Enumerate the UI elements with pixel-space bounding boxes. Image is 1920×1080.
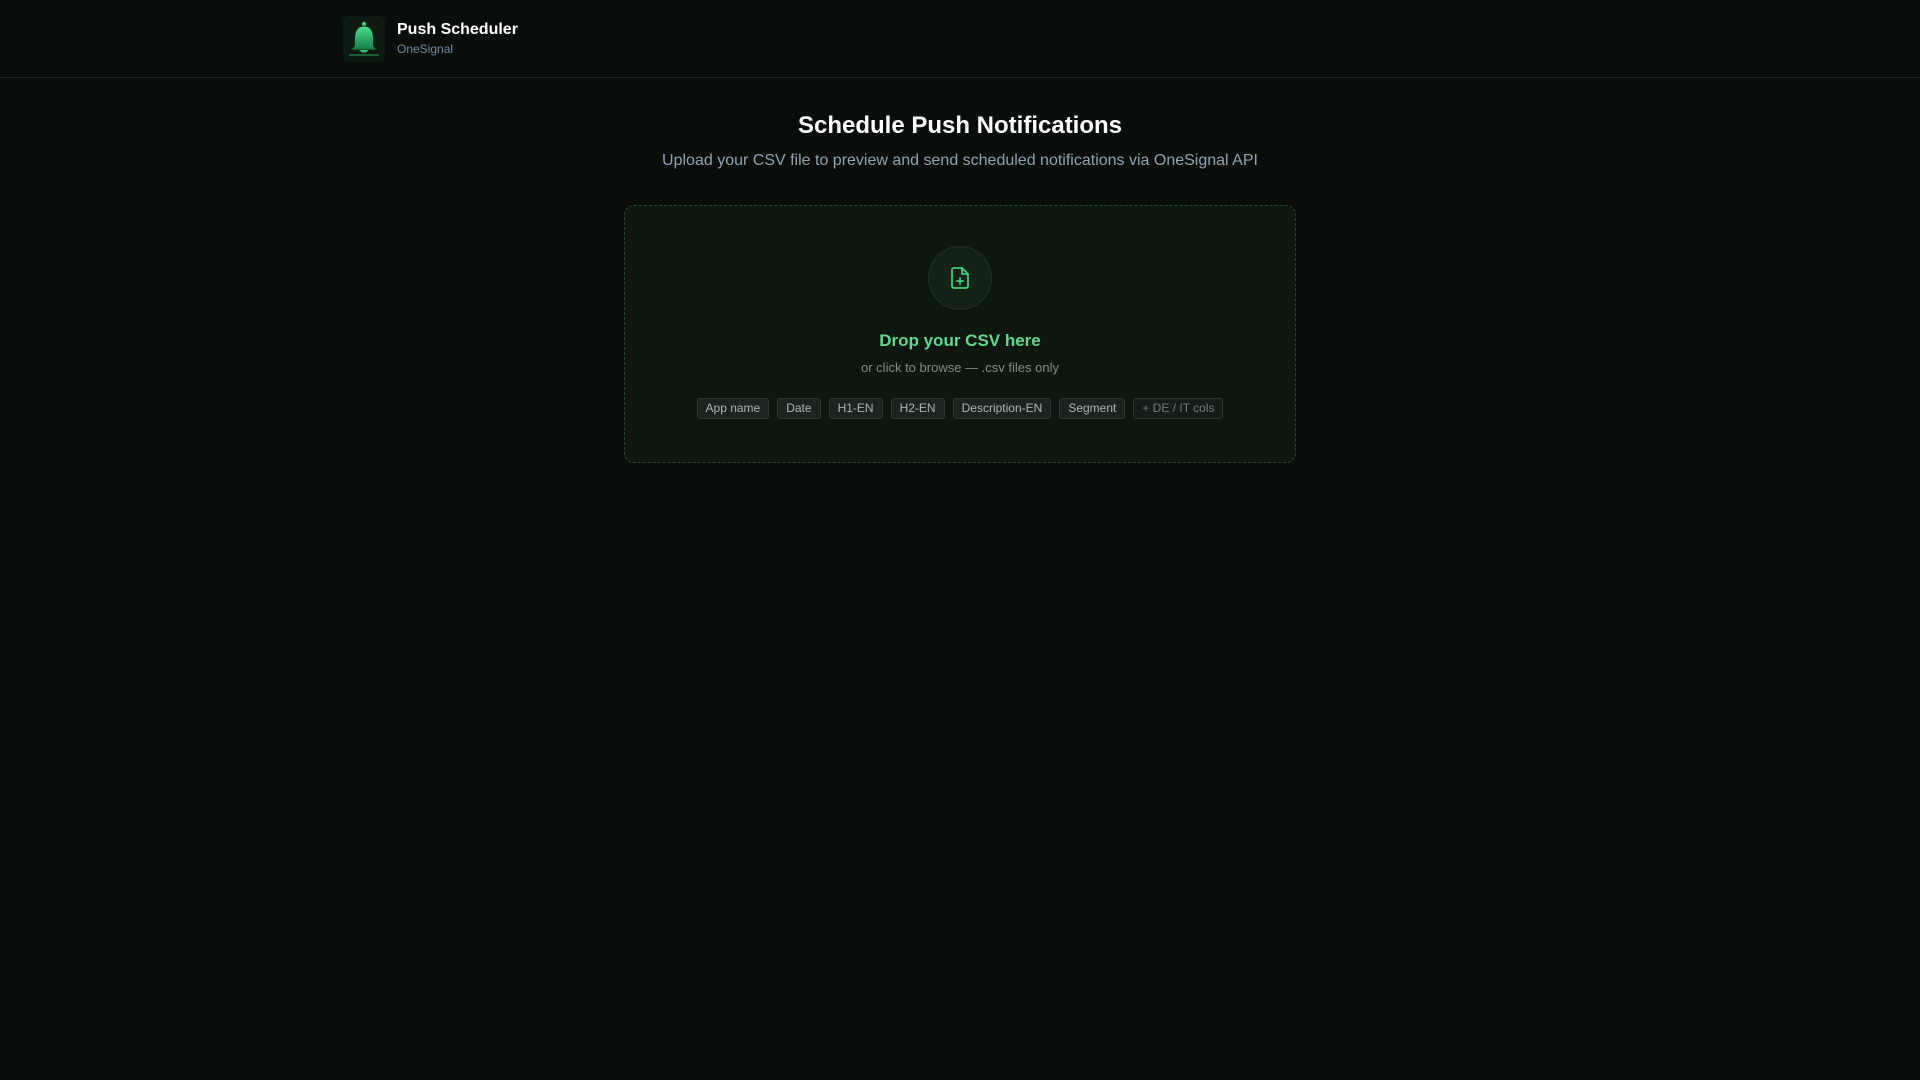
column-chip: Description-EN	[952, 398, 1052, 419]
app-title: Push Scheduler	[397, 21, 518, 38]
upload-icon-circle	[928, 246, 992, 310]
extra-columns-chip: + DE / IT cols	[1133, 398, 1224, 419]
page-title: Schedule Push Notifications	[797, 112, 1123, 139]
column-chip: Date	[777, 398, 821, 419]
expected-columns: App name Date H1-EN H2-EN Description-EN…	[696, 398, 1224, 419]
brand: Push Scheduler OneSignal	[397, 20, 518, 57]
page-subtitle: Upload your CSV file to preview and send…	[662, 152, 1258, 169]
file-plus-icon	[951, 267, 969, 289]
dropzone-hint: or click to browse — .csv files only	[861, 360, 1059, 375]
column-chip: Segment	[1059, 398, 1126, 419]
column-chip: H1-EN	[828, 398, 883, 419]
csv-dropzone[interactable]: Drop your CSV here or click to browse — …	[624, 205, 1296, 463]
main-content: Schedule Push Notifications Upload your …	[0, 78, 1920, 463]
dropzone-title: Drop your CSV here	[879, 331, 1041, 350]
app-subtitle: OneSignal	[397, 42, 454, 56]
bell-icon	[345, 17, 383, 60]
column-chip: App name	[696, 398, 770, 419]
top-bar: Push Scheduler OneSignal	[0, 0, 1920, 78]
column-chip: H2-EN	[890, 398, 945, 419]
app-logo	[343, 15, 385, 62]
